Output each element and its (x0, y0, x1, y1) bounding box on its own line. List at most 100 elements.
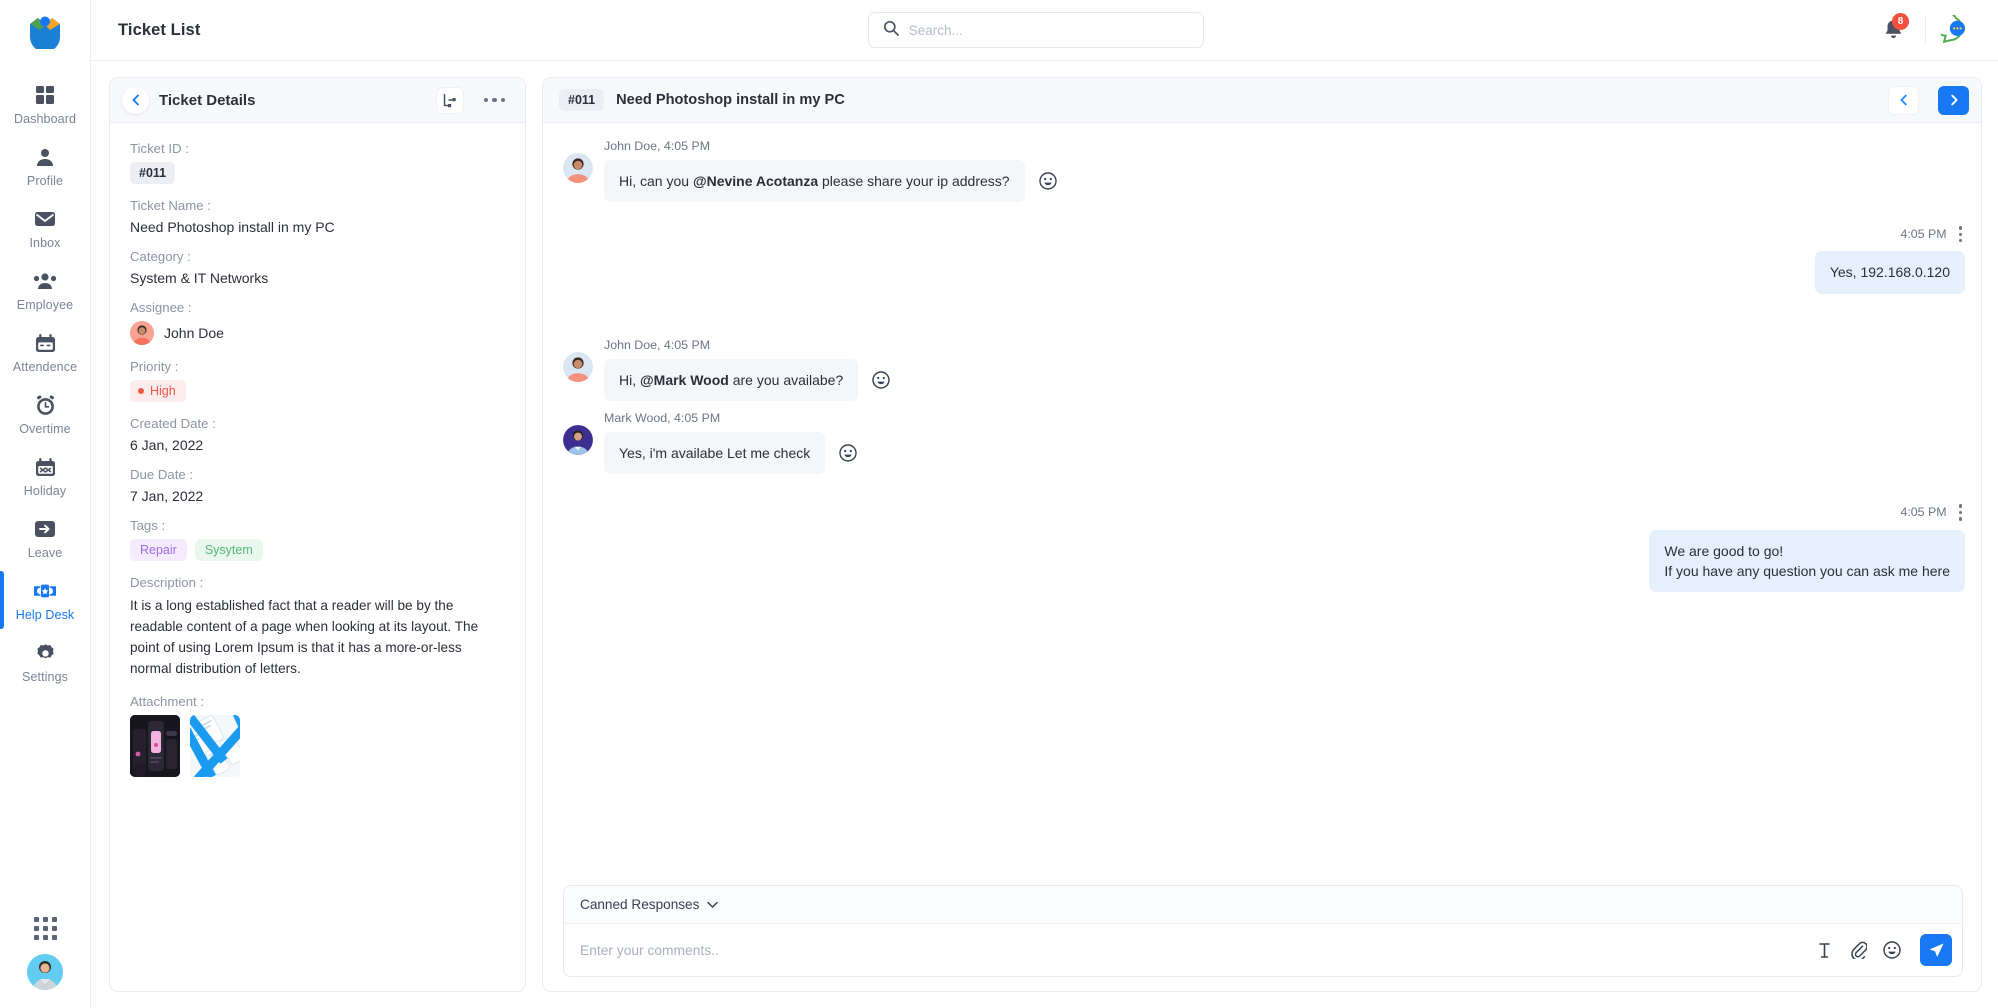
emoji-reaction-icon[interactable] (872, 371, 890, 389)
message-time: 4:05 PM (1900, 227, 1947, 242)
divider (1925, 17, 1926, 43)
message-options-button[interactable] (1956, 224, 1965, 244)
ticket-details-header: Ticket Details (110, 78, 525, 123)
attachment-thumbnail-dark[interactable] (130, 714, 180, 777)
merge-ticket-button[interactable] (435, 86, 464, 114)
chat-message: 4:05 PM We are good to go! If you have a… (563, 502, 1965, 593)
tags-row: Repair Sysytem (130, 539, 505, 561)
page-title: Ticket List (118, 20, 201, 39)
app-logo[interactable] (0, 0, 90, 61)
app-root: Dashboard Profile Inbox Employee Attende… (0, 0, 1998, 1008)
canned-responses-label: Canned Responses (580, 897, 700, 912)
sidebar-item-dashboard[interactable]: Dashboard (0, 73, 90, 135)
more-options-button[interactable] (474, 92, 512, 109)
sidebar-item-label: Help Desk (15, 608, 75, 622)
sidebar-item-label: Employee (16, 298, 74, 312)
send-button[interactable] (1920, 934, 1952, 966)
field-attachment: Attachment : (130, 694, 505, 777)
sidebar-item-employee[interactable]: Employee (0, 259, 90, 321)
sidebar-item-profile[interactable]: Profile (0, 135, 90, 197)
ticket-details-body: Ticket ID : #011 Ticket Name : Need Phot… (110, 123, 525, 991)
sidebar-item-help-desk[interactable]: Help Desk (0, 569, 90, 631)
message-text-pre: Hi, (619, 371, 640, 388)
back-button[interactable] (122, 86, 149, 114)
tag-chip[interactable]: Sysytem (194, 539, 263, 561)
emoji-icon[interactable] (1882, 940, 1902, 960)
message-mention[interactable]: @Nevine Acotanza (693, 173, 818, 189)
message-bubble: We are good to go! If you have any quest… (1649, 529, 1965, 593)
message-meta: John Doe, 4:05 PM (604, 337, 711, 352)
top-bar-actions: 8 (1871, 8, 1976, 52)
search-box[interactable] (867, 12, 1204, 48)
comment-input[interactable] (580, 942, 1806, 958)
sidebar-item-attendence[interactable]: Attendence (0, 321, 90, 383)
notification-badge: 8 (1892, 13, 1909, 30)
field-label: Description : (130, 575, 204, 590)
sender-avatar-icon (563, 153, 593, 183)
message-bubble: Hi, can you @Nevine Acotanza please shar… (604, 160, 1025, 203)
send-icon (1929, 943, 1943, 957)
user-avatar-icon (27, 954, 63, 990)
exit-arrow-icon (32, 516, 58, 542)
chat-message: Mark Wood, 4:05 PM Yes, i'm availabe Let… (563, 411, 1965, 475)
tag-chip[interactable]: Repair (130, 539, 187, 561)
sidebar-item-settings[interactable]: Settings (0, 631, 90, 693)
field-value: Need Photoshop install in my PC (130, 219, 335, 235)
sidebar-item-leave[interactable]: Leave (0, 507, 90, 569)
text-format-icon[interactable] (1814, 940, 1834, 960)
field-assignee: Assignee : John Doe (130, 300, 505, 345)
sidebar-item-holiday[interactable]: Holiday (0, 445, 90, 507)
field-label: Category : (130, 249, 191, 264)
composer-input-row (564, 924, 1962, 976)
field-label: Priority : (130, 359, 179, 374)
merge-icon (443, 93, 456, 107)
emoji-reaction-icon[interactable] (839, 444, 857, 462)
avatar[interactable] (27, 954, 63, 990)
emoji-reaction-icon[interactable] (1038, 172, 1057, 190)
sender-avatar-icon (563, 425, 593, 456)
attachment-clip-icon[interactable] (1848, 940, 1868, 960)
sidebar-item-inbox[interactable]: Inbox (0, 197, 90, 259)
attachment-thumbnail-blue[interactable] (190, 714, 240, 777)
previous-ticket-button[interactable] (1888, 85, 1919, 115)
canned-responses-dropdown[interactable]: Canned Responses (564, 886, 1962, 924)
field-due-date: Due Date : 7 Jan, 2022 (130, 467, 505, 504)
sidebar-item-overtime[interactable]: Overtime (0, 383, 90, 445)
next-ticket-button[interactable] (1938, 85, 1969, 115)
notifications-button[interactable]: 8 (1871, 8, 1915, 52)
message-text-pre: Hi, can you (619, 173, 693, 189)
chat-ticket-id-chip: #011 (559, 89, 605, 111)
field-label: Created Date : (130, 416, 216, 431)
top-bar: Ticket List 8 (91, 0, 1998, 61)
ticket-icon (32, 578, 58, 604)
field-category: Category : System & IT Networks (130, 249, 505, 286)
message-text-line: If you have any question you can ask me … (1664, 562, 1950, 579)
chat-messages[interactable]: John Doe, 4:05 PM Hi, can you @Nevine Ac… (543, 123, 1981, 875)
sidebar-item-label: Leave (27, 546, 63, 560)
avatar (563, 153, 593, 183)
app-logo-icon (30, 16, 60, 49)
sidebar-item-label: Dashboard (13, 112, 77, 126)
message-mention[interactable]: @Mark Wood (640, 372, 729, 388)
ticket-id-chip: #011 (130, 162, 176, 184)
field-value: System & IT Networks (130, 270, 269, 286)
message-options-button[interactable] (1956, 502, 1965, 522)
apps-grid-icon[interactable] (33, 917, 57, 940)
field-label: Due Date : (130, 467, 194, 482)
search-input[interactable] (908, 22, 1189, 38)
chevron-left-icon (1899, 94, 1907, 106)
composer-tools (1814, 934, 1952, 966)
message-meta: 4:05 PM (1815, 224, 1965, 244)
field-label: Ticket Name : (130, 198, 211, 213)
sidebar-item-label: Inbox (29, 236, 61, 250)
field-description: Description : It is a long established f… (130, 575, 505, 680)
users-icon (32, 268, 58, 294)
field-priority: Priority : High (130, 359, 505, 402)
priority-label: High (150, 384, 176, 398)
message-meta: Mark Wood, 4:05 PM (604, 411, 721, 426)
message-column: 4:05 PM Yes, 192.168.0.120 (1814, 224, 1965, 294)
messages-button[interactable] (1936, 10, 1976, 50)
sidebar-item-label: Profile (26, 174, 64, 188)
sidebar-item-label: Attendence (12, 360, 78, 374)
